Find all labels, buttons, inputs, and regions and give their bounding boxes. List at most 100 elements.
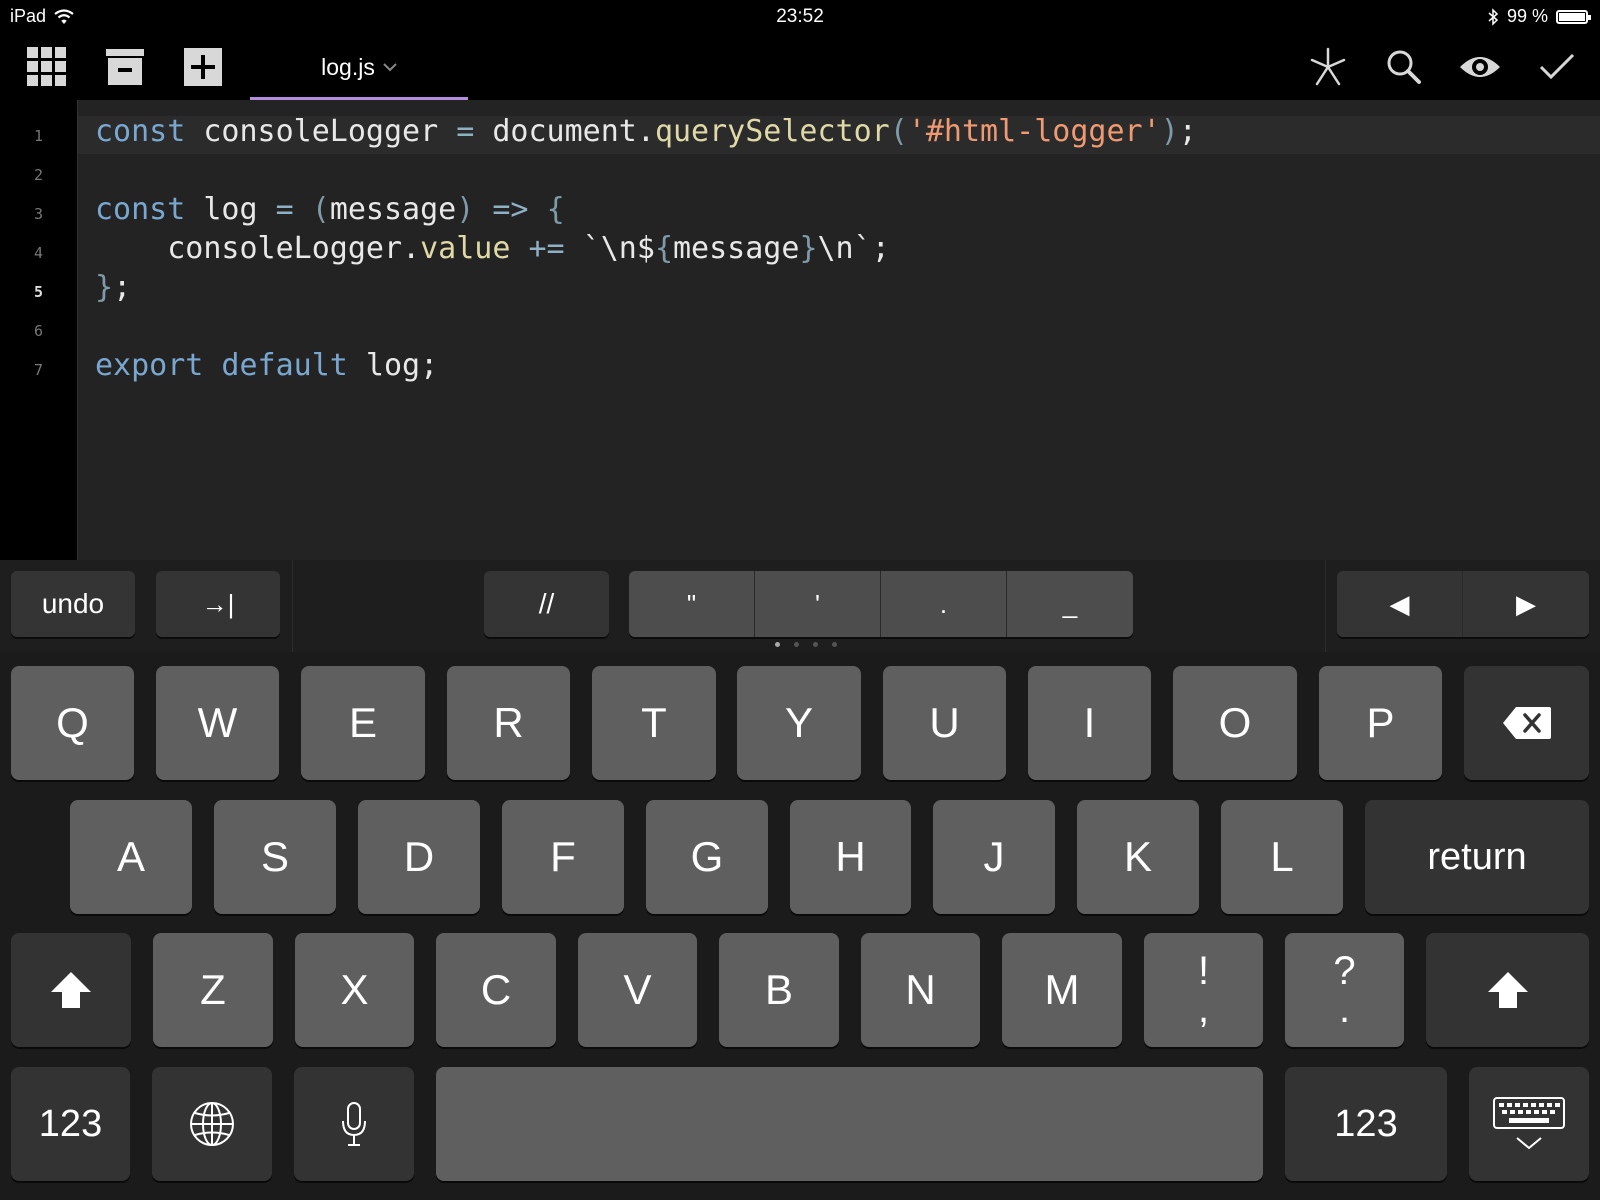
key-w[interactable]: W (156, 666, 279, 780)
key-j[interactable]: J (933, 800, 1055, 914)
keyboard-dismiss-icon (1493, 1097, 1565, 1150)
code-line-7[interactable]: export default log; (95, 348, 438, 383)
operator: = (456, 114, 475, 149)
key-s[interactable]: S (214, 800, 336, 914)
bluetooth-icon (1488, 7, 1499, 26)
key-bottom-char: . (1338, 987, 1351, 1031)
snippets-button[interactable] (1304, 44, 1352, 90)
punctuation: ) (456, 192, 475, 227)
code-line-4[interactable]: consoleLogger.value += `\n${message}\n`; (95, 231, 890, 266)
line-number: 2 (33, 166, 44, 184)
punctuation: } (799, 231, 818, 266)
tab-log-js[interactable]: log.js (250, 34, 468, 100)
page-dot (775, 642, 780, 647)
line-number: 3 (33, 205, 44, 223)
key-v[interactable]: V (578, 933, 697, 1047)
key-t[interactable]: T (592, 666, 716, 780)
key-u[interactable]: U (883, 666, 1006, 780)
double-quote-key[interactable]: " (629, 571, 755, 637)
punctuation: { (546, 192, 565, 227)
code-line-1[interactable]: const consoleLogger = document.querySele… (95, 114, 1197, 149)
globe-icon (190, 1102, 234, 1146)
numbers-key-left[interactable]: 123 (11, 1067, 130, 1181)
identifier: consoleLogger (185, 114, 457, 149)
battery-fill (1559, 12, 1585, 21)
key-question-period[interactable]: ?. (1285, 933, 1404, 1047)
editor-toolbar: log.js (0, 34, 1600, 101)
identifier: log (185, 192, 276, 227)
key-r[interactable]: R (447, 666, 570, 780)
key-f[interactable]: F (502, 800, 624, 914)
key-exclaim-comma[interactable]: !, (1144, 933, 1263, 1047)
period-key[interactable]: . (881, 571, 1007, 637)
undo-button[interactable]: undo (11, 571, 135, 637)
operator: = (275, 192, 294, 227)
tab-key-button[interactable]: →| (156, 571, 280, 637)
key-o[interactable]: O (1173, 666, 1297, 780)
key-k[interactable]: K (1077, 800, 1199, 914)
line-number: 6 (33, 322, 44, 340)
asterisk-icon (1310, 47, 1346, 86)
key-h[interactable]: H (790, 800, 911, 914)
done-button[interactable] (1533, 44, 1581, 90)
microphone-icon (342, 1102, 366, 1146)
code-line-5[interactable]: }; (95, 270, 131, 305)
key-bottom-char: , (1197, 987, 1210, 1031)
code-line-3[interactable]: const log = (message) => { (95, 192, 565, 227)
cursor-left-button[interactable]: ◀ (1337, 571, 1463, 637)
search-button[interactable] (1380, 44, 1428, 90)
grid-button[interactable] (23, 44, 71, 90)
key-p[interactable]: P (1319, 666, 1442, 780)
operator: => (474, 192, 547, 227)
dictation-key[interactable] (294, 1067, 414, 1181)
shortcut-separator (292, 560, 293, 652)
key-z[interactable]: Z (153, 933, 273, 1047)
template-literal: `\n$ (582, 231, 655, 266)
backspace-key[interactable] (1464, 666, 1589, 780)
punctuation: . (636, 114, 655, 149)
numbers-key-right[interactable]: 123 (1285, 1067, 1447, 1181)
page-dot (813, 642, 818, 647)
new-file-button[interactable] (179, 44, 227, 90)
underscore-key[interactable]: _ (1007, 571, 1133, 637)
space-key[interactable] (436, 1067, 1263, 1181)
key-e[interactable]: E (301, 666, 425, 780)
comment-button[interactable]: // (484, 571, 609, 637)
preview-button[interactable] (1456, 44, 1504, 90)
page-indicator (775, 642, 837, 647)
code-editor[interactable]: 1 2 3 4 5 6 7 const consoleLogger = docu… (0, 100, 1600, 560)
key-m[interactable]: M (1002, 933, 1122, 1047)
hide-keyboard-key[interactable] (1469, 1067, 1589, 1181)
key-d[interactable]: D (358, 800, 480, 914)
identifier: document (474, 114, 637, 149)
key-y[interactable]: Y (737, 666, 861, 780)
return-key[interactable]: return (1365, 800, 1589, 914)
key-q[interactable]: Q (11, 666, 134, 780)
status-bar: iPad 23:52 99 % (0, 0, 1600, 34)
key-x[interactable]: X (295, 933, 414, 1047)
key-i[interactable]: I (1028, 666, 1151, 780)
line-number: 4 (33, 244, 44, 262)
key-a[interactable]: A (70, 800, 192, 914)
key-n[interactable]: N (861, 933, 980, 1047)
punctuation: ) (1160, 114, 1179, 149)
battery-icon (1556, 9, 1591, 24)
key-b[interactable]: B (719, 933, 839, 1047)
key-l[interactable]: L (1221, 800, 1343, 914)
search-icon (1387, 50, 1421, 84)
checkmark-icon (1539, 53, 1575, 80)
single-quote-key[interactable]: ' (755, 571, 881, 637)
shortcut-bar: undo →| // " ' . _ ◀ ▶ (0, 560, 1600, 653)
method-name: querySelector (654, 114, 890, 149)
cursor-right-button[interactable]: ▶ (1463, 571, 1589, 637)
key-c[interactable]: C (436, 933, 556, 1047)
shift-key-right[interactable] (1426, 933, 1589, 1047)
shift-key-left[interactable] (11, 933, 131, 1047)
globe-key[interactable] (152, 1067, 272, 1181)
archive-button[interactable] (101, 44, 149, 90)
line-number: 1 (33, 127, 44, 145)
archive-icon (106, 49, 144, 85)
key-g[interactable]: G (646, 800, 768, 914)
backspace-icon (1502, 707, 1551, 739)
